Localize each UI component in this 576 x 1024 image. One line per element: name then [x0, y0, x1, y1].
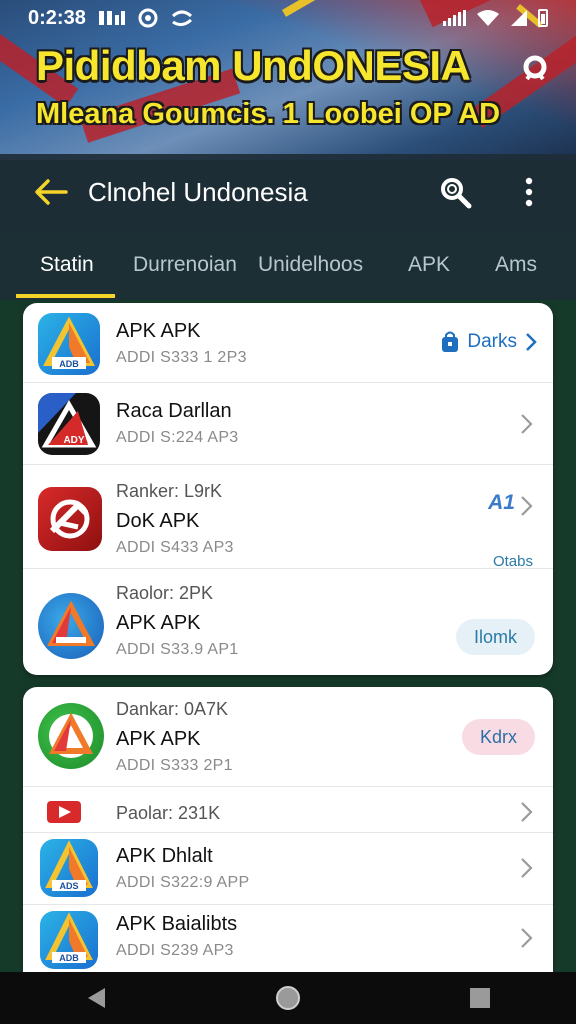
- arrow-left-icon: [35, 179, 68, 205]
- chevron-right-icon[interactable]: [519, 927, 535, 949]
- back-button[interactable]: [26, 167, 76, 217]
- list-item[interactable]: Paolar: 231K: [23, 787, 553, 833]
- app-ranker: Dankar: 0A7K: [116, 699, 229, 719]
- system-nav-bar: [0, 972, 576, 1024]
- app-icon: ADB: [40, 911, 98, 969]
- search-icon: [441, 178, 472, 209]
- more-options-button[interactable]: [504, 167, 554, 217]
- app-name: APK APK: [116, 728, 201, 750]
- chevron-right-icon[interactable]: [519, 413, 535, 435]
- search-button[interactable]: [430, 167, 480, 217]
- app-list-card-top: ADB APK APK ADDI S333 1 2P3 Darks ADY Ra…: [23, 303, 553, 675]
- app-version: ADDI S333 1 2P3: [116, 349, 247, 366]
- tab-bar: Statin Durrenoian Unidelhoos APK Ams: [0, 230, 576, 300]
- app-bar: Clnohel Undonesia: [0, 154, 576, 230]
- app-icon: [38, 593, 104, 659]
- app-version: ADDI S33.9 AP1: [116, 641, 239, 658]
- app-icon: [38, 487, 102, 551]
- tab-durrenoian[interactable]: Durrenoian: [133, 230, 237, 300]
- bag-icon: [442, 331, 459, 352]
- svg-text:ADB: ADB: [59, 359, 79, 369]
- darks-link[interactable]: Darks: [441, 331, 537, 353]
- video-app-icon: [47, 801, 81, 823]
- chevron-right-icon[interactable]: [519, 857, 535, 879]
- app-version: ADDI S239 AP3: [116, 942, 234, 959]
- sync-icon: [171, 10, 192, 27]
- cell-icon: [511, 10, 527, 26]
- page-title: Clnohel Undonesia: [88, 176, 308, 207]
- battery-icon: [538, 9, 548, 27]
- install-button[interactable]: Kdrx: [461, 719, 535, 755]
- app-name: DoK APK: [116, 510, 200, 532]
- app-name: APK Dhlalt: [116, 845, 213, 867]
- app-icon: ADY: [38, 393, 100, 455]
- app-icon: [38, 703, 104, 769]
- promo-banner[interactable]: 0:2:38 Pididbam UndONESIA Mleana Goumcis…: [0, 0, 576, 160]
- chevron-right-icon[interactable]: [519, 801, 535, 823]
- list-item[interactable]: Raolor: 2PK APK APK ADDI S33.9 AP1 Ilomk: [23, 569, 553, 675]
- banner-subtitle: Mleana Goumcis. 1 Loobei OP AD: [36, 98, 501, 130]
- nav-back-button[interactable]: [66, 972, 126, 1024]
- banner-search-icon[interactable]: [520, 54, 550, 84]
- sim-icon: [98, 11, 125, 25]
- circle-p-icon: [138, 8, 158, 28]
- app-version: ADDI S433 AP3: [116, 539, 234, 556]
- tab-ams[interactable]: Ams: [495, 230, 537, 300]
- nav-home-button[interactable]: [258, 972, 318, 1024]
- install-button[interactable]: Ilomk: [455, 619, 535, 655]
- app-name: APK Baialibts: [116, 913, 238, 935]
- app-version: ADDI S:224 AP3: [116, 429, 239, 446]
- tab-statin[interactable]: Statin: [40, 230, 94, 300]
- app-icon: ADB: [38, 313, 100, 375]
- svg-text:ADB: ADB: [59, 953, 79, 963]
- more-vert-icon: [525, 177, 533, 207]
- svg-text:ADS: ADS: [59, 881, 78, 891]
- status-bar: 0:2:38: [0, 0, 576, 36]
- home-circle-icon: [276, 986, 300, 1010]
- active-tab-indicator: [16, 294, 115, 298]
- list-item[interactable]: Ranker: L9rK DoK APK ADDI S433 AP3 A1 Ot…: [23, 465, 553, 570]
- app-name: APK APK: [116, 320, 201, 342]
- back-triangle-icon: [88, 988, 105, 1008]
- list-item[interactable]: ADB APK APK ADDI S333 1 2P3 Darks: [23, 303, 553, 383]
- status-time: 0:2:38: [28, 6, 86, 29]
- screen: 0:2:38 Pididbam UndONESIA Mleana Goumcis…: [0, 0, 576, 1024]
- darks-label: Darks: [467, 331, 517, 352]
- signal-icon: [443, 10, 466, 26]
- app-icon: ADS: [40, 839, 98, 897]
- app-ranker: Ranker: L9rK: [116, 481, 223, 501]
- svg-text:ADY: ADY: [63, 435, 84, 446]
- list-item[interactable]: ADB APK Baialibts ADDI S239 AP3: [23, 905, 553, 972]
- chevron-right-icon[interactable]: [519, 495, 535, 517]
- banner-title: Pididbam UndONESIA: [36, 42, 471, 89]
- app-ranker: Raolor: 2PK: [116, 583, 214, 603]
- tab-unidelhoos[interactable]: Unidelhoos: [258, 230, 363, 300]
- tab-apk[interactable]: APK: [408, 230, 450, 300]
- app-name: APK APK: [116, 612, 201, 634]
- app-version: ADDI S333 2P1: [116, 757, 233, 774]
- chevron-right-icon: [526, 333, 537, 351]
- nav-recents-button[interactable]: [450, 972, 510, 1024]
- recents-square-icon: [470, 988, 490, 1008]
- app-version: ADDI S322:9 APP: [116, 874, 250, 891]
- list-item[interactable]: Dankar: 0A7K APK APK ADDI S333 2P1 Kdrx: [23, 687, 553, 787]
- app-ranker: Paolar: 231K: [116, 803, 221, 823]
- wifi-icon: [477, 10, 499, 26]
- list-item[interactable]: ADS APK Dhlalt ADDI S322:9 APP: [23, 833, 553, 905]
- app-name: Raca Darllan: [116, 400, 232, 422]
- tabs-tag[interactable]: Otabs: [493, 553, 533, 570]
- app-list-card-bottom: Dankar: 0A7K APK APK ADDI S333 2P1 Kdrx …: [23, 687, 553, 972]
- list-item[interactable]: ADY Raca Darllan ADDI S:224 AP3: [23, 383, 553, 465]
- a1-badge: A1: [488, 491, 515, 514]
